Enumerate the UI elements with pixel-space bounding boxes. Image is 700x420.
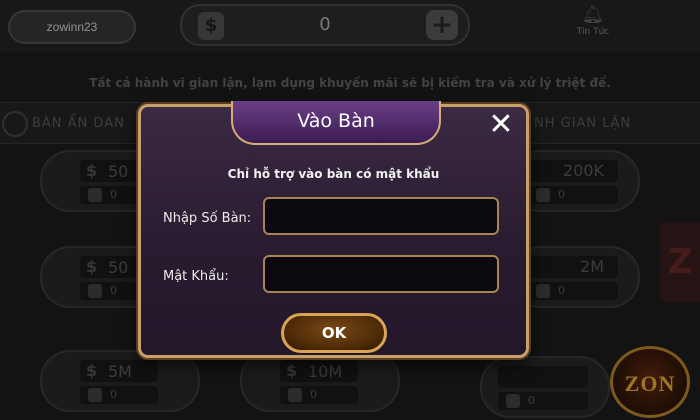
table-number-label: Nhập Số Bàn: [163, 211, 252, 226]
close-icon[interactable]: ✕ [484, 109, 518, 143]
dialog-title: Vào Bàn [297, 110, 375, 132]
password-input[interactable] [263, 255, 499, 293]
ok-button[interactable]: OK [281, 313, 387, 353]
join-table-dialog: Vào Bàn ✕ Chỉ hỗ trợ vào bàn có mật khẩu… [138, 101, 529, 358]
table-number-input[interactable] [263, 197, 499, 235]
dialog-header: Vào Bàn [231, 101, 441, 145]
password-label: Mật Khẩu: [163, 269, 229, 284]
dialog-hint: Chỉ hỗ trợ vào bàn có mật khẩu [227, 167, 440, 181]
